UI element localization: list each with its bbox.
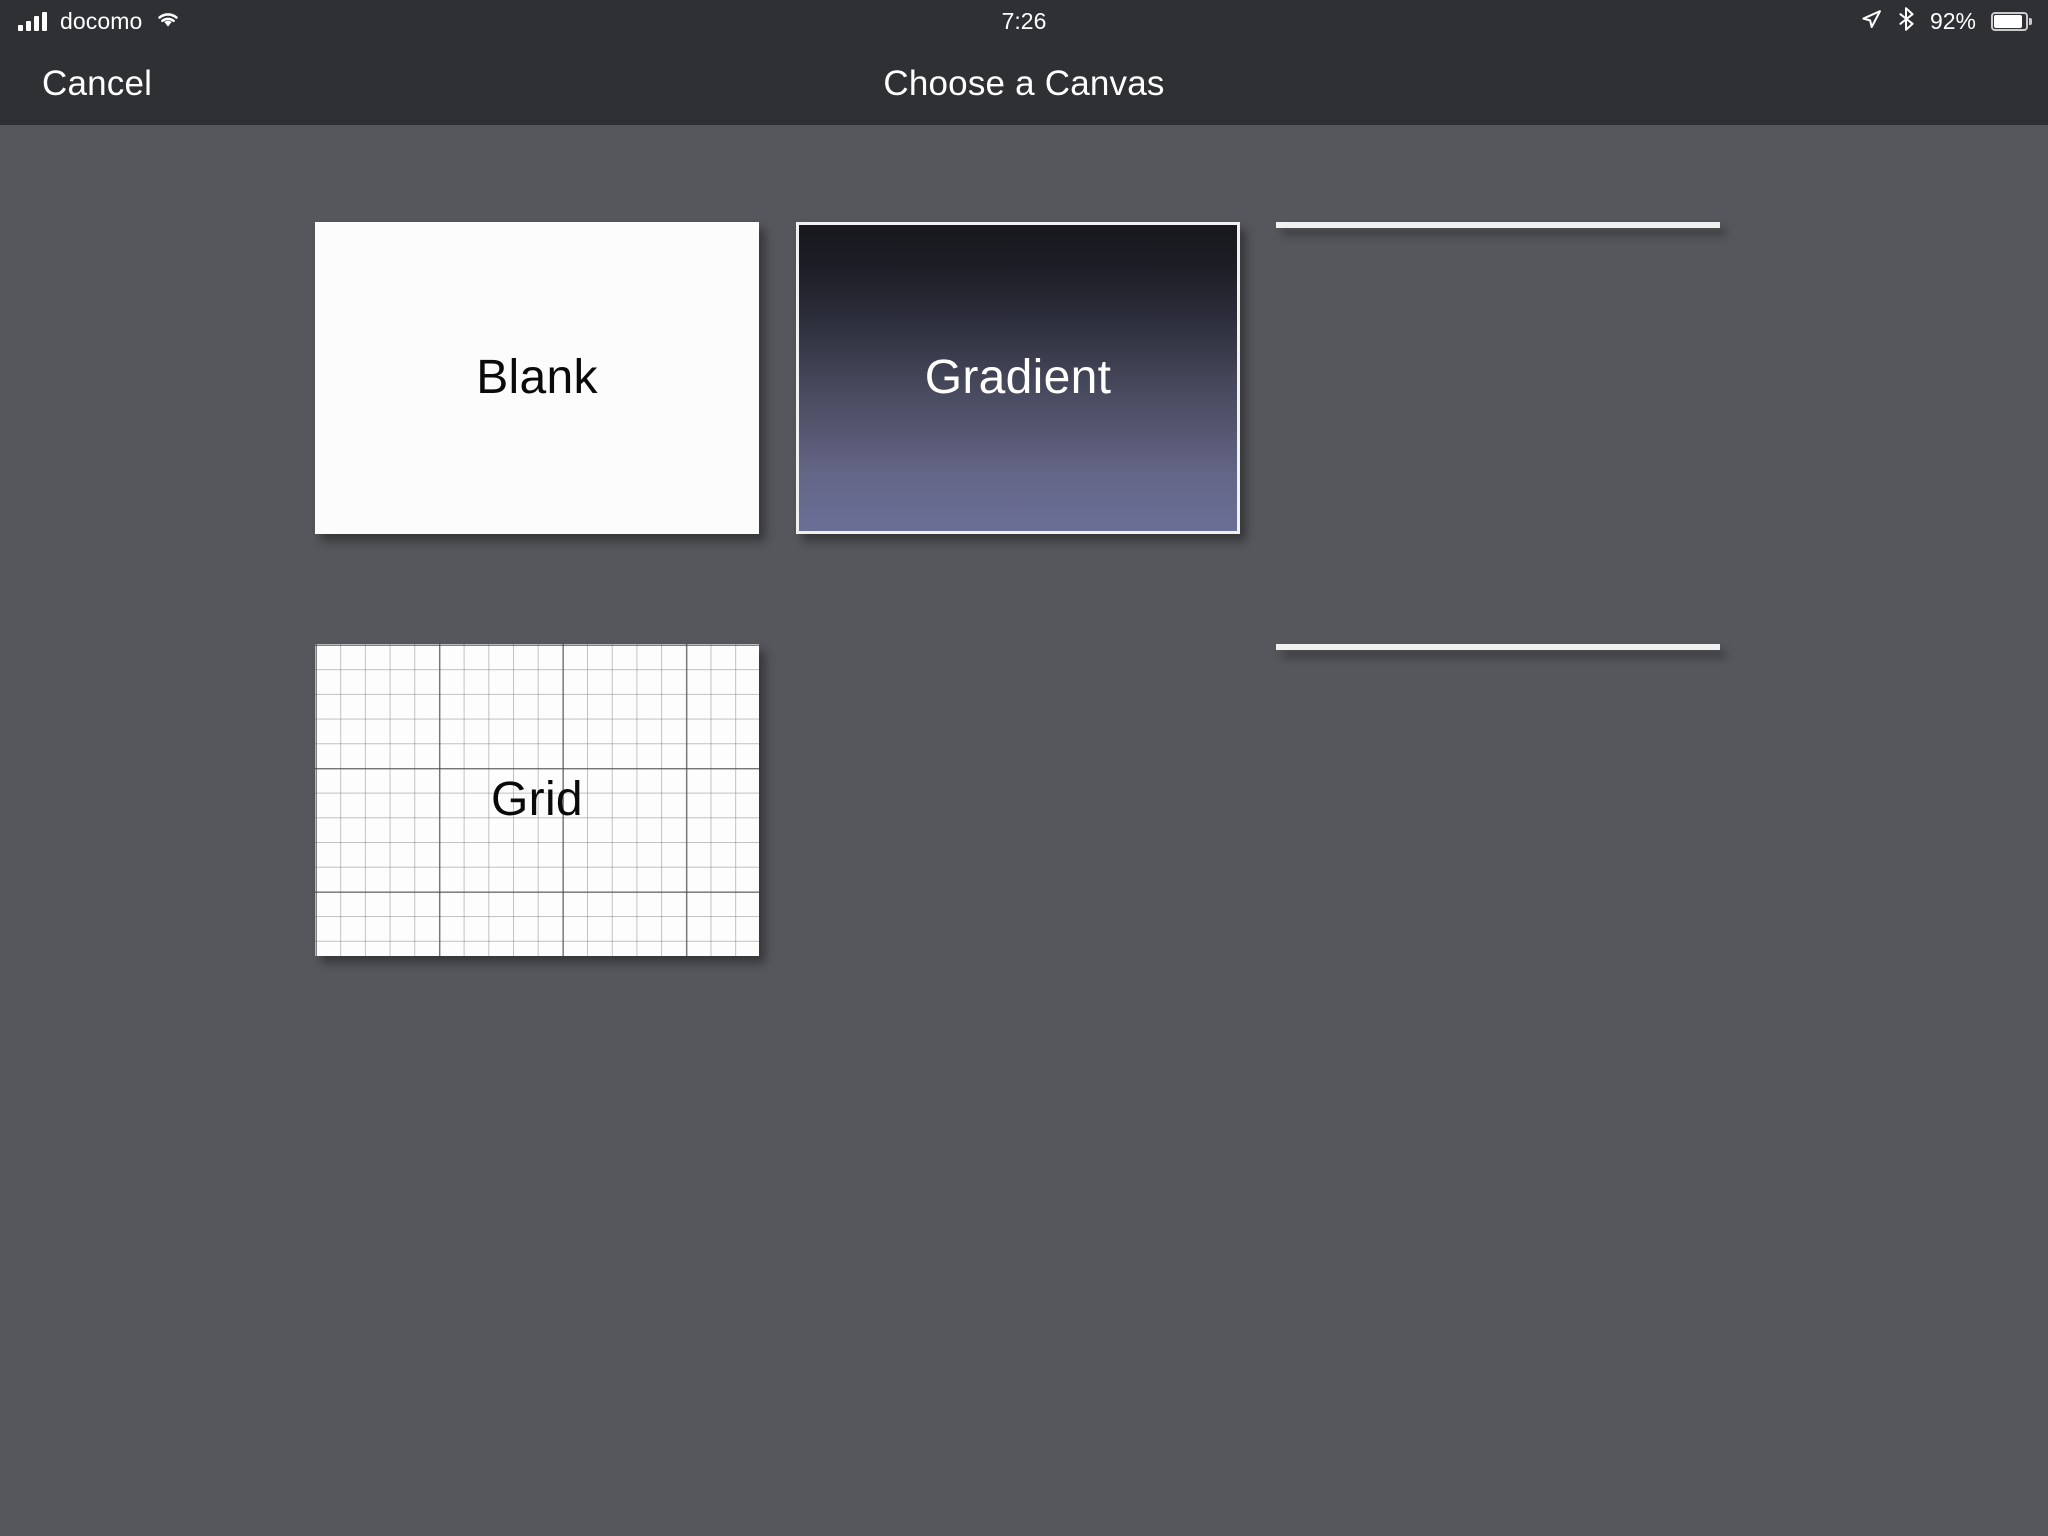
carrier-label: docomo bbox=[60, 7, 143, 34]
wifi-icon bbox=[155, 9, 181, 34]
status-bar-center: 7:26 bbox=[0, 0, 2048, 42]
canvas-option-looseleaf[interactable]: Looseleaf bbox=[315, 1071, 759, 1383]
page-title: Choose a Canvas bbox=[883, 63, 1165, 103]
canvas-label-grid: Grid bbox=[491, 773, 583, 826]
canvas-thumbnail-blank: Blank bbox=[315, 222, 759, 534]
canvas-option-graph-paper[interactable]: Graph Paper bbox=[796, 644, 1240, 956]
canvas-option-blueprint[interactable]: Blueprint bbox=[1276, 644, 1720, 956]
signal-bars-icon bbox=[18, 11, 47, 31]
canvas-option-blank[interactable]: Blank bbox=[315, 222, 759, 534]
canvas-label-gradient: Gradient bbox=[924, 351, 1112, 404]
canvas-thumbnail-grid: Grid bbox=[315, 644, 759, 956]
bluetooth-icon bbox=[1897, 6, 1915, 36]
canvas-label-blueprint: Blueprint bbox=[1279, 644, 1717, 650]
canvas-option-image[interactable]: Image bbox=[1276, 222, 1720, 534]
location-arrow-icon bbox=[1860, 8, 1882, 35]
battery-percent-label: 92% bbox=[1929, 7, 1976, 34]
navigation-bar: Cancel Choose a Canvas bbox=[0, 42, 2048, 125]
canvas-thumbnail-gradient: Gradient bbox=[796, 222, 1240, 534]
status-bar-right: 92% bbox=[1860, 0, 2032, 42]
canvas-label-blank: Blank bbox=[476, 351, 598, 404]
canvas-chooser-grid: Blank Gradient Image Grid Graph Paper Bl… bbox=[0, 125, 2048, 1536]
status-bar: docomo 7:26 92% bbox=[0, 0, 2048, 42]
canvas-option-lined-paper[interactable]: Lined Paper bbox=[1276, 1071, 1720, 1383]
canvas-label-image: Image bbox=[1279, 222, 1717, 228]
battery-icon bbox=[1991, 11, 2032, 31]
canvas-option-notepad[interactable]: Notepad bbox=[796, 1071, 1240, 1383]
canvas-thumbnail-image: Image bbox=[1276, 222, 1720, 228]
canvas-thumbnail-blueprint: Blueprint bbox=[1276, 644, 1720, 650]
status-bar-left: docomo bbox=[0, 8, 181, 35]
canvas-option-gradient[interactable]: Gradient bbox=[796, 222, 1240, 534]
canvas-option-grid[interactable]: Grid bbox=[315, 644, 759, 956]
clock-label: 7:26 bbox=[1001, 7, 1047, 34]
